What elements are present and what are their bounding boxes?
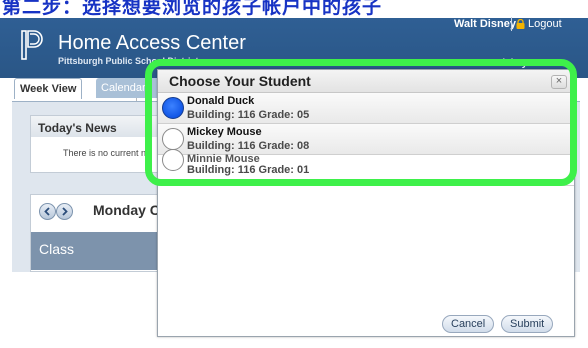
- submit-button[interactable]: Submit: [501, 315, 554, 333]
- header-divider: [511, 17, 512, 31]
- cancel-button[interactable]: Cancel: [442, 315, 495, 333]
- news-title: Today's News: [38, 121, 117, 135]
- schedule-table-header: Class: [31, 232, 171, 270]
- previous-day-button[interactable]: [39, 203, 56, 220]
- hac-logo-icon: [21, 30, 43, 60]
- lock-icon: [516, 19, 525, 29]
- logout-link[interactable]: Logout: [528, 18, 562, 30]
- news-text: There is no current n: [63, 148, 147, 158]
- chevron-right-icon: [62, 207, 68, 216]
- chevron-left-icon: [44, 207, 50, 216]
- banner-text: 第二步：选择想要浏览的孩子帐户中的孩子: [2, 0, 383, 18]
- class-column-header: Class: [39, 241, 75, 257]
- schedule-day-title: Monday C: [93, 202, 160, 218]
- dialog-footer: Cancel Submit: [158, 306, 574, 336]
- highlight-annotation: [145, 59, 577, 186]
- schedule-panel: Monday C Class: [30, 194, 172, 272]
- user-name: Walt Disney: [454, 18, 516, 30]
- app-title: Home Access Center: [58, 32, 246, 54]
- tab-week-view[interactable]: Week View: [14, 78, 83, 99]
- next-day-button[interactable]: [56, 203, 73, 220]
- instruction-banner: 第二步：选择想要浏览的孩子帐户中的孩子: [0, 0, 588, 18]
